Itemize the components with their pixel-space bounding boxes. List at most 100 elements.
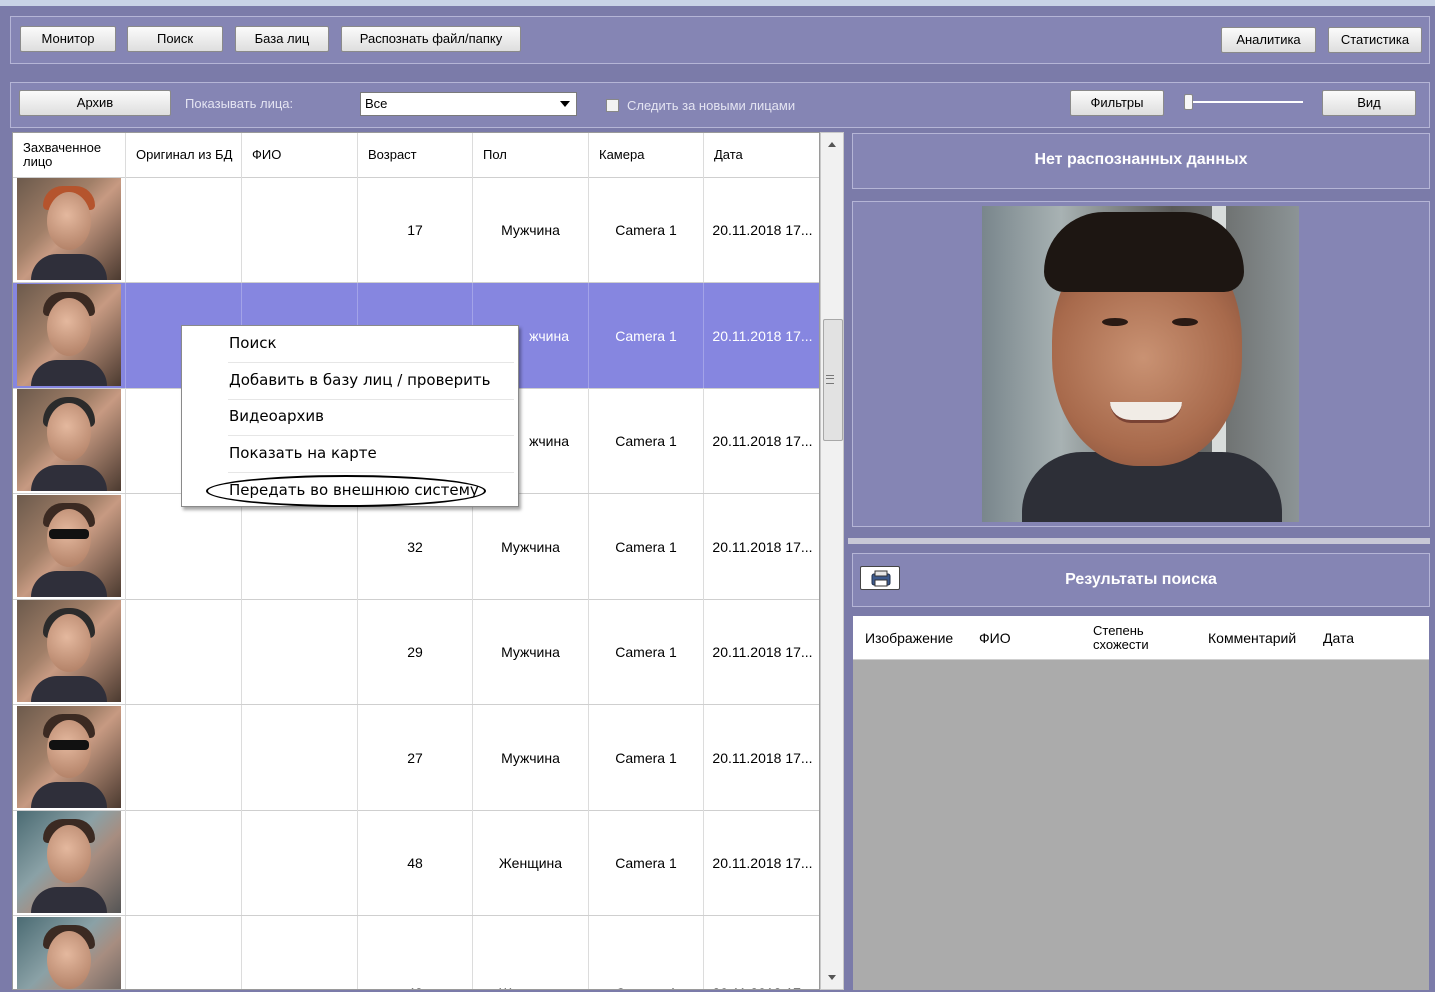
chevron-down-icon xyxy=(560,101,570,107)
zoom-slider-track[interactable] xyxy=(1185,101,1303,103)
results-table-body xyxy=(853,660,1429,990)
show-faces-select[interactable]: Все xyxy=(360,92,577,116)
menu-item-add-to-facebase[interactable]: Добавить в базу лиц / проверить xyxy=(228,363,514,400)
scrollbar-grip-icon xyxy=(826,375,834,384)
table-row[interactable]: 32 Мужчина Camera 1 20.11.2018 17... xyxy=(13,494,819,600)
column-header-age[interactable]: Возраст xyxy=(358,133,473,177)
db-original-cell xyxy=(126,705,242,810)
date-cell: 20.11.2018 17... xyxy=(712,221,813,238)
name-cell xyxy=(242,599,358,704)
camera-cell: Camera 1 xyxy=(589,599,704,704)
menu-item-search[interactable]: Поиск xyxy=(228,326,514,363)
captured-face-image xyxy=(17,917,121,989)
age-cell: 32 xyxy=(358,494,473,599)
window-top-border xyxy=(0,0,1435,6)
facebase-button[interactable]: База лиц xyxy=(235,26,329,52)
view-button[interactable]: Вид xyxy=(1322,90,1416,116)
gender-cell: Мужчина xyxy=(473,177,589,282)
gender-cell: Женщина xyxy=(473,916,589,989)
age-cell: 43 xyxy=(358,916,473,989)
date-cell: 20.11.2018 17... xyxy=(712,643,813,660)
name-cell xyxy=(242,810,358,915)
results-column-comment[interactable]: Комментарий xyxy=(1208,616,1296,660)
age-cell: 27 xyxy=(358,705,473,810)
date-cell: 20.11.2018 17... xyxy=(712,749,813,766)
main-toolbar xyxy=(10,16,1430,64)
search-results-title: Результаты поиска xyxy=(1065,571,1217,588)
gender-cell: Мужчина xyxy=(473,494,589,599)
table-row[interactable]: 43 Женщина Camera 1 20.11.2018 17... xyxy=(13,916,819,989)
column-header-captured-face[interactable]: Захваченное лицо xyxy=(13,133,126,177)
results-column-image[interactable]: Изображение xyxy=(865,616,953,660)
column-header-camera[interactable]: Камера xyxy=(589,133,704,177)
results-column-date[interactable]: Дата xyxy=(1323,616,1354,660)
menu-item-label: Добавить в базу лиц / проверить xyxy=(229,371,491,389)
show-faces-value: Все xyxy=(365,96,388,111)
recognize-file-button[interactable]: Распознать файл/папку xyxy=(341,26,521,52)
date-cell: 20.11.2018 17... xyxy=(712,854,813,871)
results-column-name[interactable]: ФИО xyxy=(979,616,1011,660)
column-header-date[interactable]: Дата xyxy=(704,133,819,177)
column-header-db-original[interactable]: Оригинал из БД xyxy=(126,133,242,177)
captured-face-image xyxy=(17,178,121,280)
name-cell xyxy=(242,705,358,810)
captured-face-cell xyxy=(13,810,126,915)
analytics-button[interactable]: Аналитика xyxy=(1221,27,1316,53)
captured-face-image xyxy=(17,706,121,808)
name-cell xyxy=(242,916,358,989)
db-original-cell xyxy=(126,494,242,599)
menu-item-video-archive[interactable]: Видеоархив xyxy=(228,399,514,436)
name-cell xyxy=(242,494,358,599)
panel-splitter[interactable] xyxy=(848,538,1430,544)
table-row[interactable]: 17 Мужчина Camera 1 20.11.2018 17... xyxy=(13,177,819,283)
captured-face-cell xyxy=(13,599,126,704)
scroll-down-icon[interactable] xyxy=(828,975,836,980)
results-column-similarity[interactable]: Степень схожести xyxy=(1093,616,1173,660)
zoom-slider-thumb[interactable] xyxy=(1184,94,1193,110)
captured-face-image xyxy=(17,389,121,491)
captured-face-image xyxy=(17,284,121,386)
date-cell: 20.11.2018 17... xyxy=(712,432,813,449)
date-cell: 20.11.2018 17... xyxy=(704,916,819,989)
gender-cell: Женщина xyxy=(473,810,589,915)
camera-cell: Camera 1 xyxy=(589,177,704,282)
gender-cell: Мужчина xyxy=(473,599,589,704)
captured-face-image xyxy=(17,811,121,913)
db-original-cell xyxy=(126,916,242,989)
captured-face-image xyxy=(17,495,121,597)
menu-item-show-on-map[interactable]: Показать на карте xyxy=(228,436,514,473)
column-header-gender[interactable]: Пол xyxy=(473,133,589,177)
table-row[interactable]: 27 Мужчина Camera 1 20.11.2018 17... xyxy=(13,705,819,811)
results-table-header: Изображение ФИО Степень схожести Коммент… xyxy=(853,616,1429,660)
scroll-up-icon[interactable] xyxy=(828,142,836,147)
captured-face-cell xyxy=(13,283,126,388)
menu-item-label: Видеоархив xyxy=(229,407,324,425)
camera-cell: Camera 1 xyxy=(589,705,704,810)
name-cell xyxy=(242,177,358,282)
column-header-name[interactable]: ФИО xyxy=(242,133,358,177)
statistics-button[interactable]: Статистика xyxy=(1328,27,1422,53)
camera-cell: Camera 1 xyxy=(589,494,704,599)
date-cell: 20.11.2018 17... xyxy=(712,327,813,344)
highlight-ellipse xyxy=(206,475,486,507)
captured-faces-table: Захваченное лицо Оригинал из БД ФИО Возр… xyxy=(12,132,820,990)
captured-face-cell xyxy=(13,388,126,493)
show-faces-label: Показывать лица: xyxy=(185,96,294,111)
captured-face-cell xyxy=(13,177,126,282)
db-original-cell xyxy=(126,177,242,282)
search-button[interactable]: Поиск xyxy=(127,26,223,52)
monitor-button[interactable]: Монитор xyxy=(20,26,116,52)
age-cell: 29 xyxy=(358,599,473,704)
camera-cell: Camera 1 xyxy=(589,810,704,915)
gender-cell: Мужчина xyxy=(473,705,589,810)
follow-new-faces-label: Следить за новыми лицами xyxy=(627,98,796,113)
db-original-cell xyxy=(126,599,242,704)
archive-button[interactable]: Архив xyxy=(19,90,171,116)
follow-new-faces-checkbox[interactable] xyxy=(606,99,619,112)
filters-button[interactable]: Фильтры xyxy=(1070,90,1164,116)
table-row[interactable]: 48 Женщина Camera 1 20.11.2018 17... xyxy=(13,810,819,916)
recognized-face-photo xyxy=(982,206,1299,522)
table-row[interactable]: 29 Мужчина Camera 1 20.11.2018 17... xyxy=(13,599,819,705)
camera-cell: Camera 1 xyxy=(589,283,704,388)
table-scrollbar[interactable] xyxy=(820,132,844,990)
